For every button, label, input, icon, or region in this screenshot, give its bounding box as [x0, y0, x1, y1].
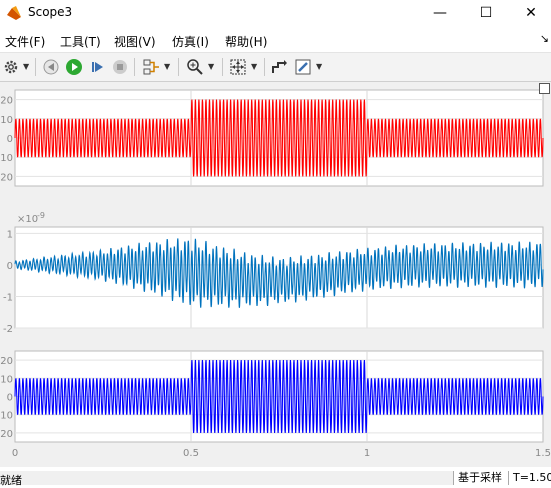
menu-tools[interactable]: 工具(T)	[60, 33, 101, 50]
y-tick-label: 0	[7, 134, 13, 145]
y-tick-label: 20	[0, 96, 13, 107]
status-bar: 就绪 基于采样 T=1.500	[0, 471, 551, 487]
close-button[interactable]: ✕	[508, 0, 551, 26]
chevron-down-icon[interactable]: ▼	[23, 62, 29, 71]
y-tick-label: 10	[0, 374, 13, 385]
menu-simulation[interactable]: 仿真(I)	[172, 33, 209, 50]
y-tick-label: 0	[7, 261, 13, 272]
zoom-icon[interactable]	[185, 57, 205, 77]
signal-select-icon[interactable]	[142, 57, 162, 77]
expand-icon[interactable]	[539, 83, 550, 94]
title-bar: Scope3 — ☐ ✕	[0, 0, 551, 26]
chevron-down-icon[interactable]: ▼	[316, 62, 322, 71]
toolbar: ▼ ▼ ▼ ▼ ▼	[0, 53, 551, 82]
toolbar-divider	[134, 58, 135, 76]
menu-file[interactable]: 文件(F)	[5, 33, 45, 50]
run-icon[interactable]	[64, 57, 84, 77]
toolbar-divider	[178, 58, 179, 76]
y-tick-label: 20	[0, 356, 13, 367]
status-mode: 基于采样	[453, 471, 508, 485]
undock-icon[interactable]: ↘	[540, 32, 549, 45]
y-tick-label: -10	[0, 411, 13, 422]
y-tick-label: 10	[0, 115, 13, 126]
highlight-icon[interactable]	[293, 57, 313, 77]
x-tick-label: 1	[364, 448, 370, 459]
y-tick-label: -1	[3, 292, 13, 303]
menu-bar: 文件(F) 工具(T) 视图(V) 仿真(I) 帮助(H) ↘	[0, 28, 551, 53]
fit-to-view-icon[interactable]	[228, 57, 248, 77]
maximize-button[interactable]: ☐	[463, 0, 509, 26]
menu-view[interactable]: 视图(V)	[114, 33, 156, 50]
y-tick-label: -2	[3, 324, 13, 335]
cursor-measure-icon[interactable]	[269, 57, 289, 77]
toolbar-divider	[264, 58, 265, 76]
chevron-down-icon[interactable]: ▼	[208, 62, 214, 71]
menu-help[interactable]: 帮助(H)	[225, 33, 267, 50]
y-tick-label: -20	[0, 172, 13, 183]
step-back-icon[interactable]	[41, 57, 61, 77]
scope-plot-area: 20100-10-2010-1-2×10-920100-10-2000.511.…	[0, 82, 551, 467]
axis-exponent-power: -9	[37, 211, 45, 220]
x-tick-label: 0.5	[183, 448, 199, 459]
matlab-icon	[7, 6, 21, 20]
gear-icon[interactable]	[1, 57, 21, 77]
window-title: Scope3	[28, 5, 73, 19]
x-tick-label: 0	[12, 448, 18, 459]
y-tick-label: 1	[7, 229, 13, 240]
toolbar-divider	[222, 58, 223, 76]
status-ready: 就绪	[0, 474, 22, 487]
chevron-down-icon[interactable]: ▼	[164, 62, 170, 71]
status-time: T=1.500	[508, 471, 551, 485]
minimize-button[interactable]: —	[417, 0, 463, 26]
x-tick-label: 1.5	[535, 448, 551, 459]
step-forward-icon[interactable]	[88, 57, 108, 77]
y-tick-label: 0	[7, 393, 13, 404]
axis-exponent-label: ×10	[17, 214, 38, 225]
y-tick-label: -20	[0, 429, 13, 440]
scope-plots[interactable]: 20100-10-2010-1-2×10-920100-10-2000.511.…	[0, 82, 551, 467]
chevron-down-icon[interactable]: ▼	[251, 62, 257, 71]
y-tick-label: -10	[0, 153, 13, 164]
stop-icon[interactable]	[110, 57, 130, 77]
toolbar-divider	[35, 58, 36, 76]
